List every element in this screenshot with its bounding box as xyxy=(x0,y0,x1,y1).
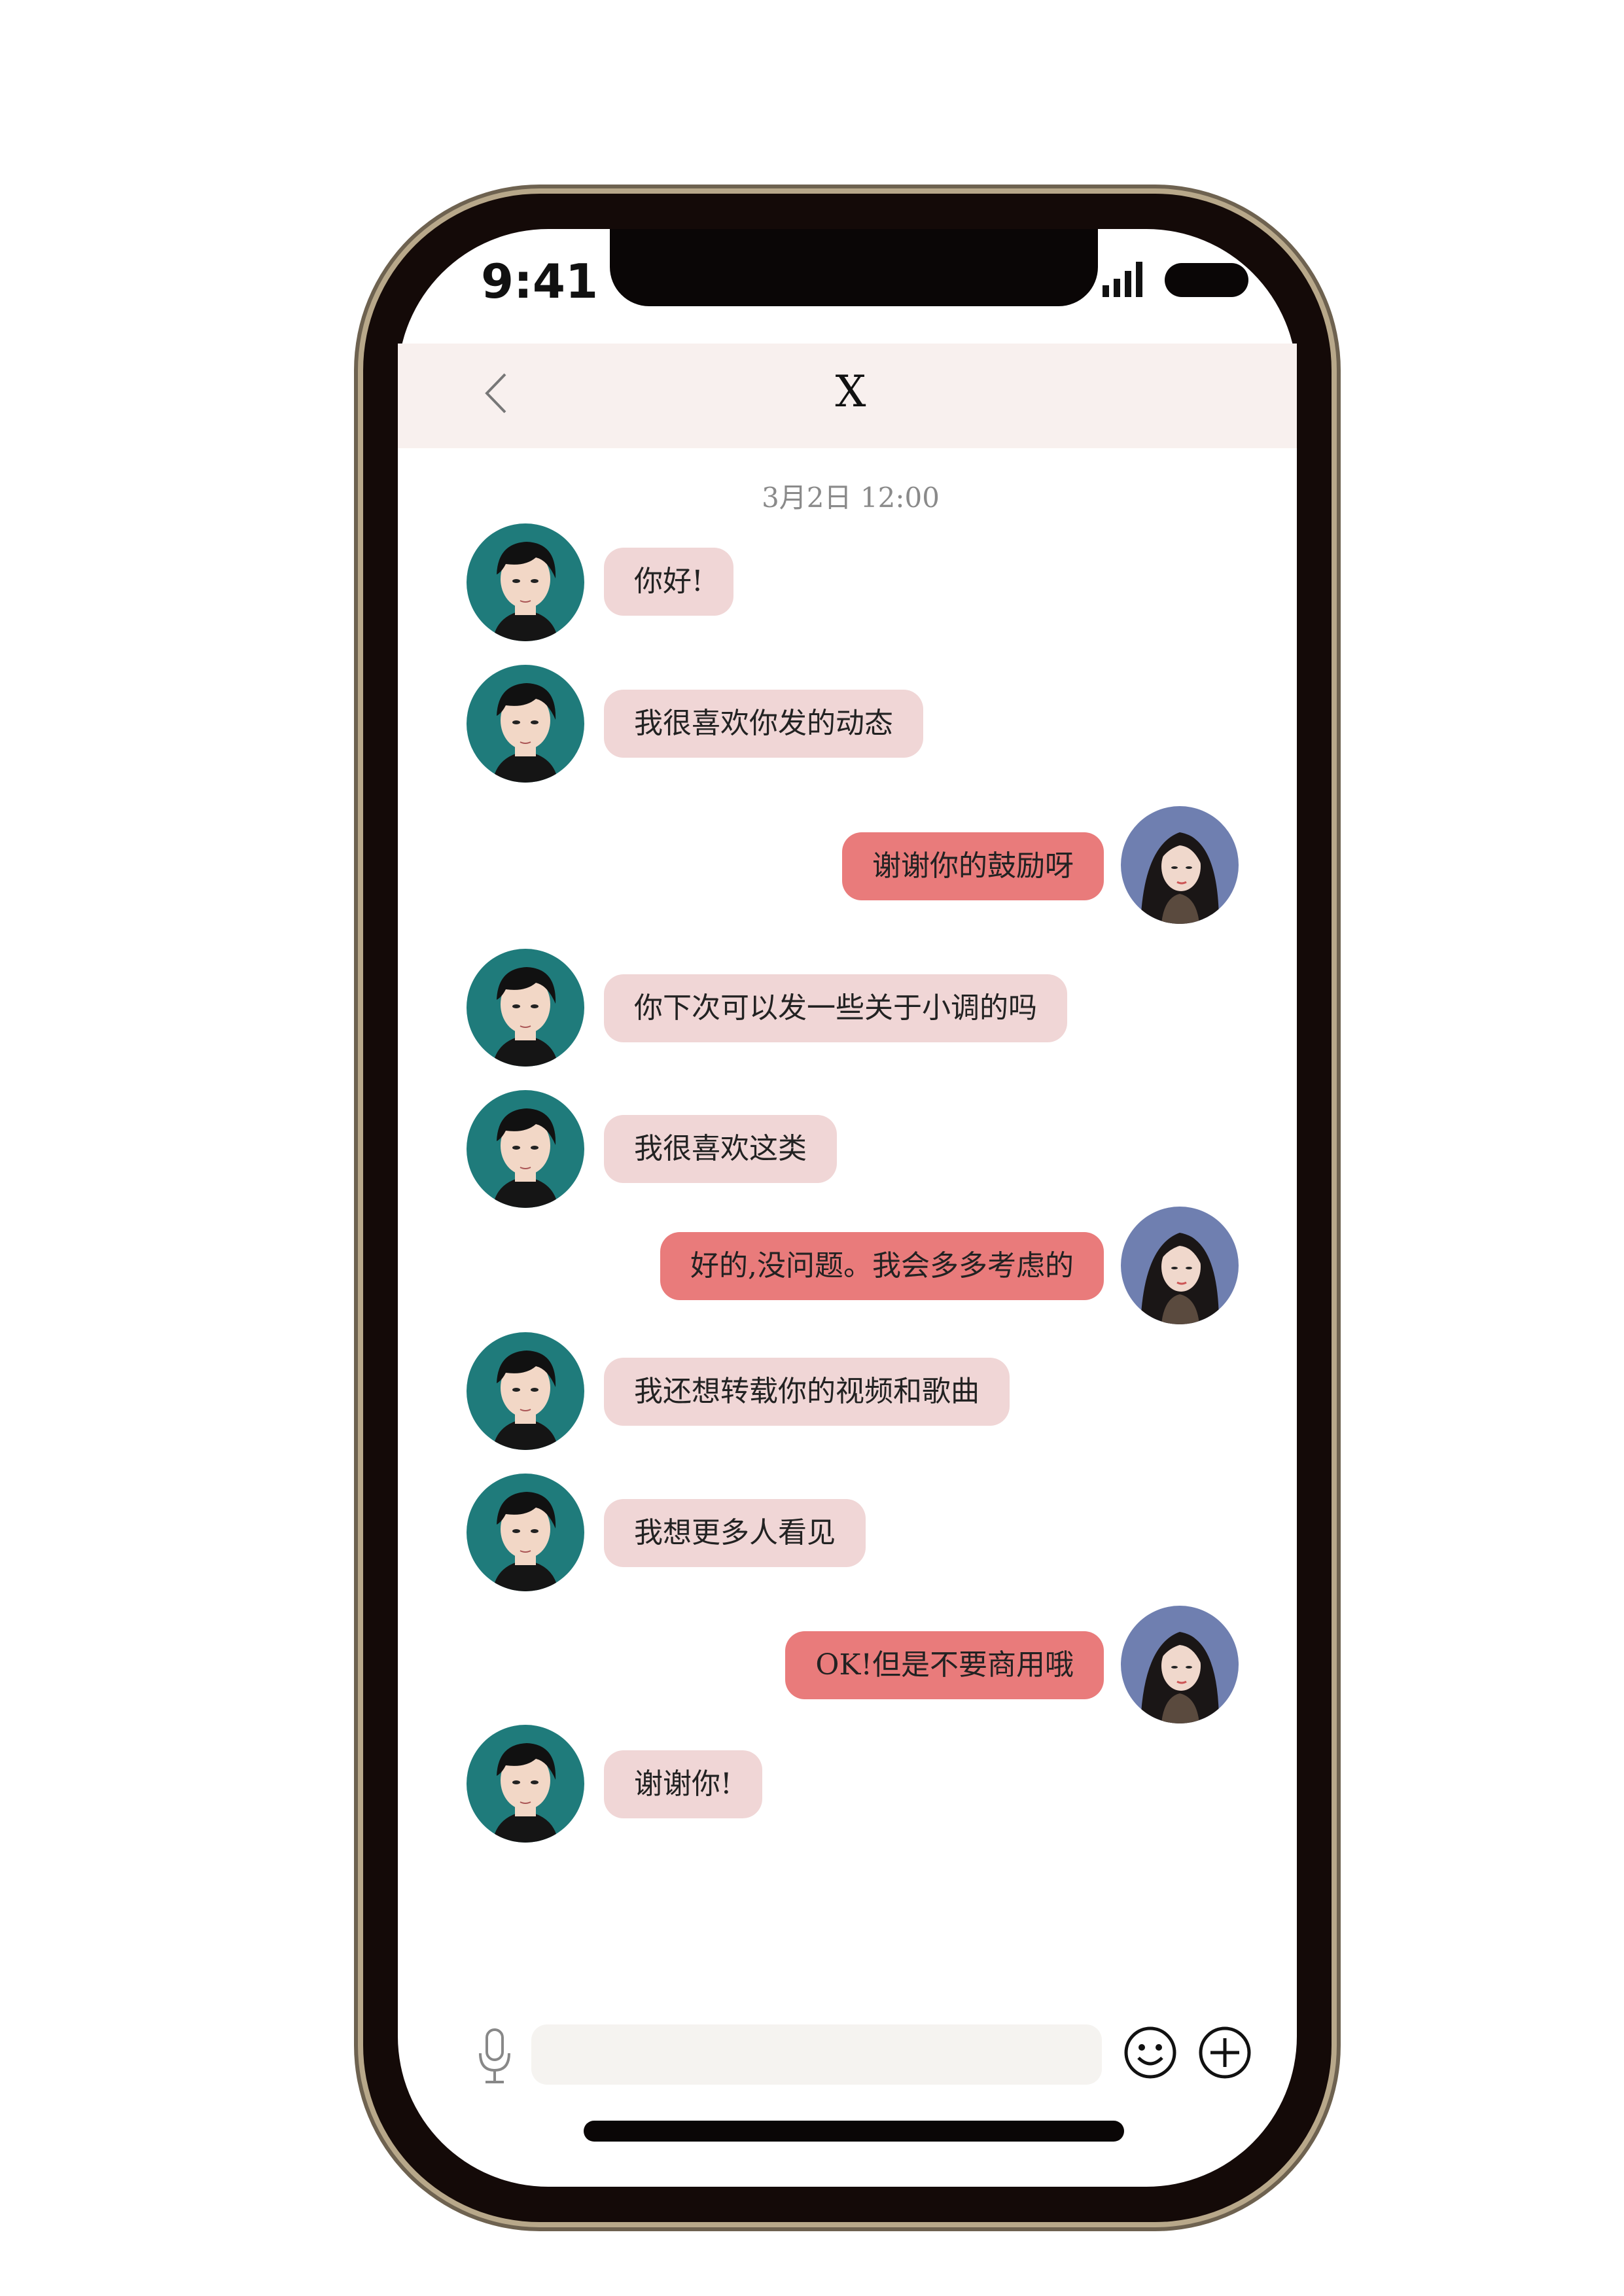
message-timestamp: 3月2日 12:00 xyxy=(762,482,940,514)
outgoing-message-bubble[interactable]: 好的,没问题。我会多多考虑的 xyxy=(660,1232,1104,1300)
self-avatar-image xyxy=(1121,1207,1239,1324)
self-avatar[interactable] xyxy=(1121,806,1239,924)
incoming-message-bubble[interactable]: 你下次可以发一些关于小调的吗 xyxy=(604,974,1067,1042)
contact-avatar-image xyxy=(467,523,584,641)
contact-avatar[interactable] xyxy=(467,949,584,1067)
contact-avatar[interactable] xyxy=(467,1474,584,1591)
battery-icon xyxy=(1165,263,1248,297)
microphone-icon[interactable] xyxy=(475,2027,514,2086)
camera-notch xyxy=(610,229,1098,306)
incoming-message-bubble[interactable]: 你好! xyxy=(604,548,733,616)
message-input[interactable] xyxy=(531,2024,1102,2085)
contact-avatar[interactable] xyxy=(467,665,584,783)
outgoing-message-bubble[interactable]: 谢谢你的鼓励呀 xyxy=(842,832,1104,900)
smiley-icon[interactable] xyxy=(1123,2025,1178,2080)
contact-avatar[interactable] xyxy=(467,523,584,641)
incoming-message-bubble[interactable]: 谢谢你! xyxy=(604,1750,762,1818)
incoming-message-bubble[interactable]: 我很喜欢你发的动态 xyxy=(604,690,923,758)
chevron-left-icon[interactable] xyxy=(484,372,508,415)
contact-avatar-image xyxy=(467,1332,584,1450)
chat-title: X xyxy=(835,366,866,417)
contact-avatar-image xyxy=(467,1725,584,1843)
contact-avatar-image xyxy=(467,1090,584,1208)
home-indicator[interactable] xyxy=(584,2121,1124,2142)
outgoing-message-bubble[interactable]: OK!但是不要商用哦 xyxy=(785,1631,1104,1699)
contact-avatar[interactable] xyxy=(467,1332,584,1450)
plus-circle-icon[interactable] xyxy=(1197,2025,1252,2080)
contact-avatar-image xyxy=(467,1474,584,1591)
signal-bars-icon xyxy=(1103,262,1142,297)
self-avatar-image xyxy=(1121,1606,1239,1723)
incoming-message-bubble[interactable]: 我很喜欢这类 xyxy=(604,1115,837,1183)
self-avatar[interactable] xyxy=(1121,1606,1239,1723)
incoming-message-bubble[interactable]: 我还想转载你的视频和歌曲 xyxy=(604,1358,1010,1426)
contact-avatar[interactable] xyxy=(467,1090,584,1208)
incoming-message-bubble[interactable]: 我想更多人看见 xyxy=(604,1499,866,1567)
phone-screen xyxy=(398,229,1297,2187)
self-avatar[interactable] xyxy=(1121,1207,1239,1324)
self-avatar-image xyxy=(1121,806,1239,924)
status-time: 9:41 xyxy=(481,254,599,309)
contact-avatar-image xyxy=(467,665,584,783)
contact-avatar-image xyxy=(467,949,584,1067)
contact-avatar[interactable] xyxy=(467,1725,584,1843)
